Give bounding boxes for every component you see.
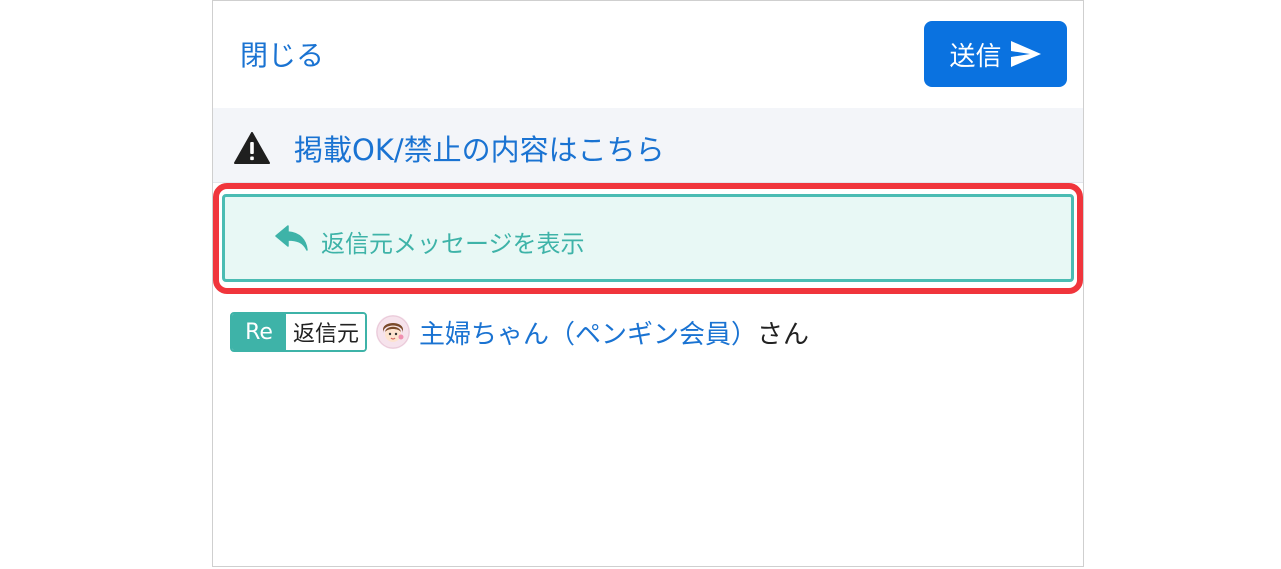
reply-source-badge: Re 返信元: [230, 312, 368, 352]
warning-icon: [234, 132, 270, 164]
posting-rules-notice: 掲載OK/禁止の内容はこちら: [213, 108, 1083, 183]
source-user-link[interactable]: 主婦ちゃん（ペンギン会員）: [419, 314, 757, 351]
avatar-icon: [376, 315, 411, 349]
user-honorific: さん: [757, 319, 810, 350]
show-source-message-label: 返信元メッセージを表示: [321, 230, 585, 258]
source-label: 返信元: [286, 314, 366, 350]
send-button-label: 送信: [949, 41, 1002, 72]
re-label: Re: [232, 314, 286, 350]
send-icon: [1010, 41, 1041, 67]
close-link[interactable]: 閉じる: [240, 34, 324, 74]
reply-icon: [275, 225, 308, 251]
send-button[interactable]: 送信: [924, 21, 1067, 87]
reply-source-row: Re 返信元 主婦ちゃん（ペンギン会員） さん: [230, 310, 809, 354]
compose-panel: 閉じる 送信 掲載OK/禁止の内容はこちら 返信元メッセージを表示 Re 返信元: [212, 0, 1084, 567]
show-source-message-button[interactable]: 返信元メッセージを表示: [222, 194, 1074, 282]
panel-header: 閉じる 送信: [213, 1, 1083, 108]
posting-rules-link[interactable]: 掲載OK/禁止の内容はこちら: [294, 127, 665, 169]
